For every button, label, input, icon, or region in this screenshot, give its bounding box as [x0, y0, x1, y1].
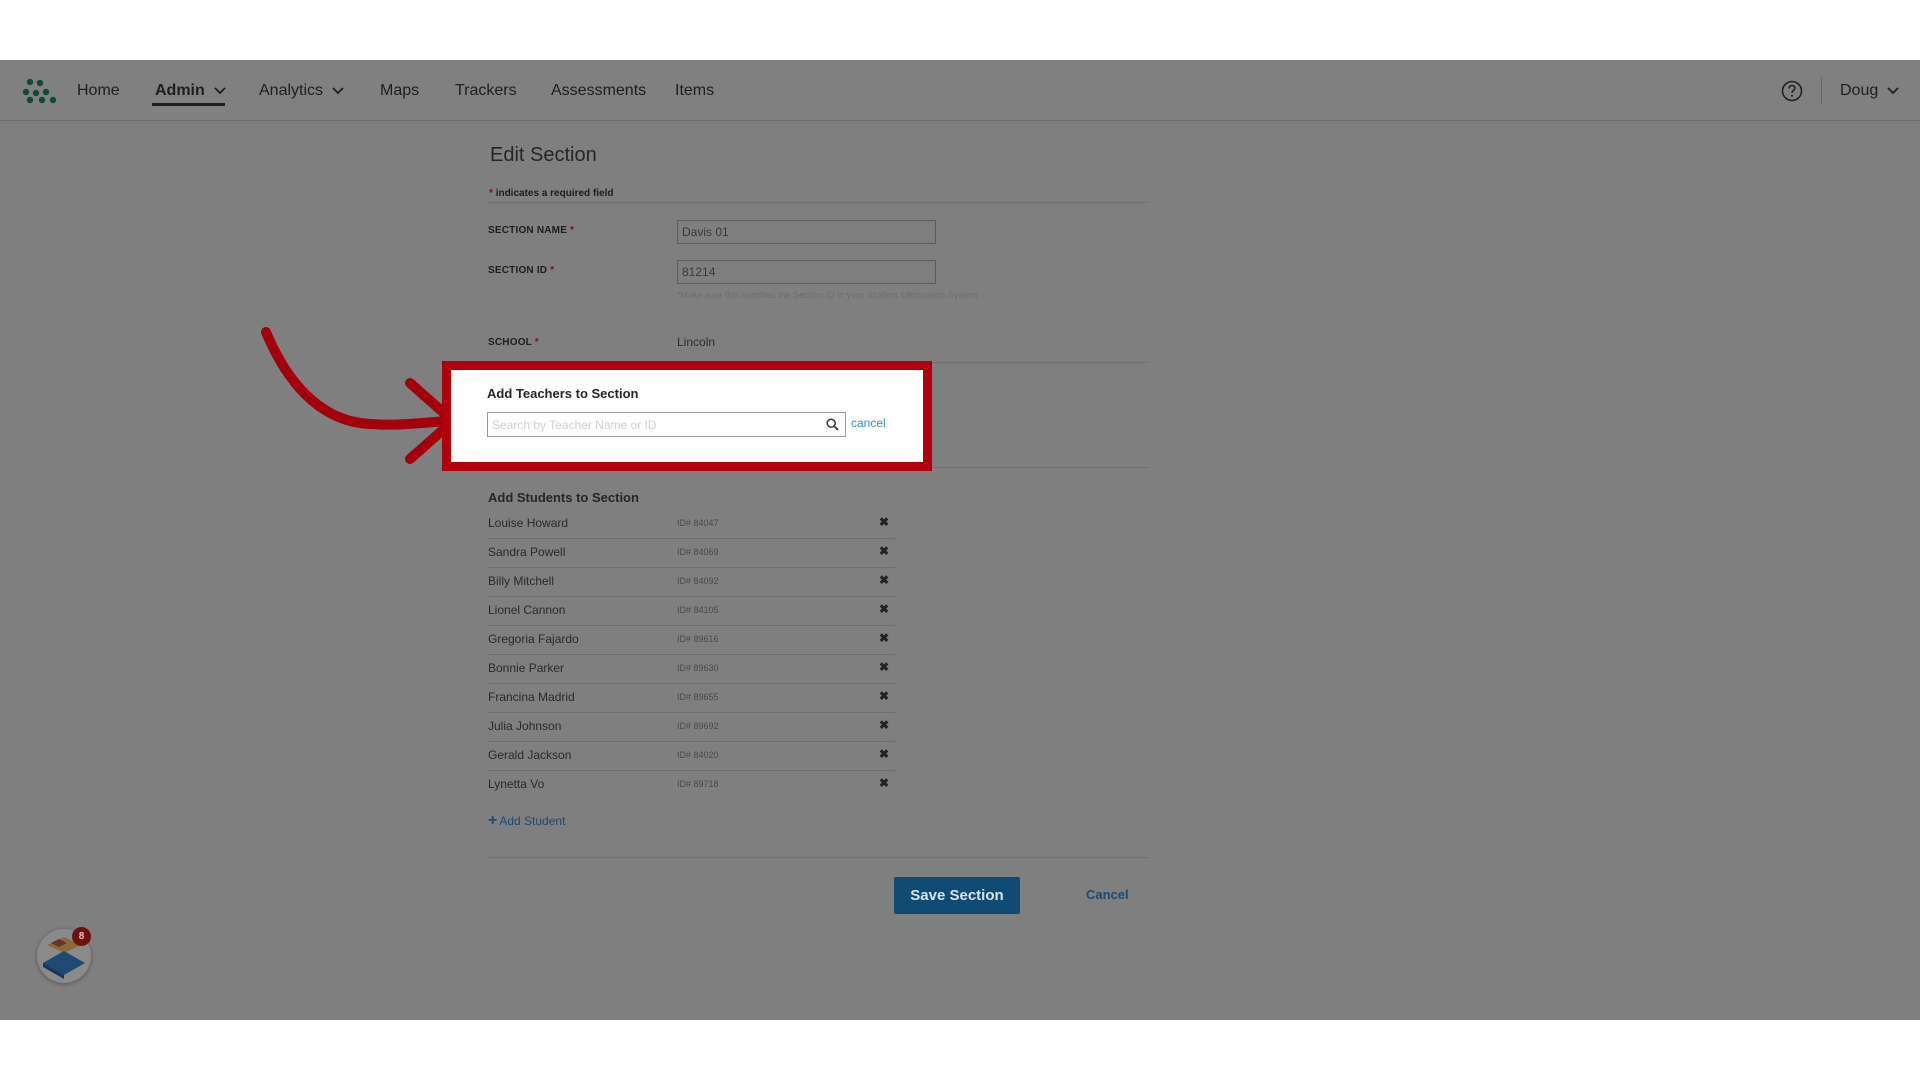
student-name: Louise Howard [488, 516, 569, 530]
remove-student-icon[interactable]: ✖ [879, 689, 889, 703]
required-note: * indicates a required field [489, 188, 614, 199]
remove-student-icon[interactable]: ✖ [879, 602, 889, 616]
student-name: Sandra Powell [488, 545, 566, 559]
chevron-down-icon [214, 87, 226, 95]
remove-student-icon[interactable]: ✖ [879, 515, 889, 529]
cancel-button[interactable]: Cancel [1086, 887, 1129, 902]
remove-student-icon[interactable]: ✖ [879, 573, 889, 587]
school-value: Lincoln [677, 335, 716, 349]
student-name: Francina Madrid [488, 690, 575, 704]
nav-assessments-label: Assessments [551, 82, 647, 99]
student-name: Bonnie Parker [488, 661, 565, 675]
add-teachers-panel: Add Teachers to Section cancel [442, 361, 932, 471]
user-name: Doug [1840, 82, 1879, 99]
nav-divider [1821, 77, 1822, 104]
section-name-label-text: SECTION NAME [488, 225, 568, 236]
help-icon[interactable] [1781, 80, 1803, 102]
add-student-label: Add Student [499, 814, 566, 828]
teacher-search-cancel-link[interactable]: cancel [851, 416, 886, 430]
nav-items-label: Items [675, 82, 715, 99]
nav-trackers-label: Trackers [455, 82, 517, 99]
student-row: Gerald Jackson ID# 84020 ✖ [488, 742, 895, 771]
student-row: Sandra Powell ID# 84069 ✖ [488, 539, 895, 568]
student-row: Francina Madrid ID# 89655 ✖ [488, 684, 895, 713]
nav-maps[interactable]: Maps [380, 80, 419, 102]
remove-student-icon[interactable]: ✖ [879, 544, 889, 558]
student-row: Lionel Cannon ID# 84105 ✖ [488, 597, 895, 626]
student-name: Gregoria Fajardo [488, 632, 579, 646]
student-id: ID# 89630 [677, 663, 719, 673]
student-id: ID# 89718 [677, 779, 719, 789]
nav-assessments[interactable]: Assessments [551, 80, 646, 102]
required-star: * [550, 265, 555, 276]
remove-student-icon[interactable]: ✖ [879, 660, 889, 674]
student-row: Lynetta Vo ID# 89718 ✖ [488, 771, 895, 800]
top-nav: Home Admin Analytics Maps Trackers Asses… [0, 60, 1920, 121]
student-row: Gregoria Fajardo ID# 89616 ✖ [488, 626, 895, 655]
search-icon[interactable] [826, 418, 839, 431]
remove-student-icon[interactable]: ✖ [879, 776, 889, 790]
section-id-label: SECTION ID * [488, 265, 554, 276]
section-id-hint: *Make sure this matches the Section ID i… [677, 290, 978, 300]
notification-badge: 8 [72, 927, 91, 946]
page-title: Edit Section [490, 144, 597, 166]
student-name: Lionel Cannon [488, 603, 566, 617]
student-id: ID# 89616 [677, 634, 719, 644]
student-id: ID# 89655 [677, 692, 719, 702]
school-label: SCHOOL * [488, 337, 539, 348]
section-name-field[interactable]: Davis 01 [677, 220, 936, 244]
required-star: * [570, 225, 575, 236]
app-logo-icon[interactable] [22, 78, 58, 104]
student-id: ID# 84069 [677, 547, 719, 557]
nav-items[interactable]: Items [675, 80, 714, 102]
nav-maps-label: Maps [380, 82, 420, 99]
required-star: * [489, 188, 493, 199]
student-row: Billy Mitchell ID# 84092 ✖ [488, 568, 895, 597]
student-name: Lynetta Vo [488, 777, 545, 791]
student-row: Louise Howard ID# 84047 ✖ [488, 510, 895, 539]
callout-arrow-icon [261, 327, 458, 464]
required-star: * [534, 337, 539, 348]
nav-active-underline [152, 103, 225, 106]
add-teachers-title: Add Teachers to Section [487, 386, 639, 401]
student-id: ID# 89692 [677, 721, 719, 731]
divider [488, 202, 1150, 203]
user-menu[interactable]: Doug [1840, 80, 1900, 102]
student-id: ID# 84105 [677, 605, 719, 615]
student-id: ID# 84092 [677, 576, 719, 586]
student-name: Julia Johnson [488, 719, 562, 733]
student-name: Billy Mitchell [488, 574, 555, 588]
nav-analytics[interactable]: Analytics [259, 80, 345, 102]
save-section-button[interactable]: Save Section [894, 877, 1020, 914]
remove-student-icon[interactable]: ✖ [879, 631, 889, 645]
student-name: Gerald Jackson [488, 748, 572, 762]
required-note-text: indicates a required field [495, 188, 614, 199]
teacher-search-box[interactable] [487, 412, 846, 437]
student-row: Bonnie Parker ID# 89630 ✖ [488, 655, 895, 684]
nav-home[interactable]: Home [77, 80, 120, 102]
chevron-down-icon [332, 87, 344, 95]
nav-trackers[interactable]: Trackers [455, 80, 517, 102]
student-row: Julia Johnson ID# 89692 ✖ [488, 713, 895, 742]
nav-admin[interactable]: Admin [155, 80, 227, 102]
plus-icon: + [488, 812, 498, 829]
section-id-label-text: SECTION ID [488, 265, 548, 276]
chevron-down-icon [1887, 87, 1899, 95]
app-frame: Home Admin Analytics Maps Trackers Asses… [0, 60, 1920, 1020]
divider [932, 467, 1150, 468]
remove-student-icon[interactable]: ✖ [879, 718, 889, 732]
nav-admin-label: Admin [155, 82, 205, 99]
nav-analytics-label: Analytics [259, 82, 324, 99]
nav-home-label: Home [77, 82, 120, 99]
divider [488, 857, 1150, 858]
section-name-label: SECTION NAME * [488, 225, 574, 236]
student-id: ID# 84047 [677, 518, 719, 528]
section-id-field[interactable]: 81214 [677, 260, 936, 284]
teacher-search-input[interactable] [488, 413, 808, 436]
add-students-title: Add Students to Section [488, 490, 639, 505]
student-id: ID# 84020 [677, 750, 719, 760]
school-label-text: SCHOOL [488, 337, 532, 348]
add-student-link[interactable]: + Add Student [488, 812, 566, 829]
remove-student-icon[interactable]: ✖ [879, 747, 889, 761]
